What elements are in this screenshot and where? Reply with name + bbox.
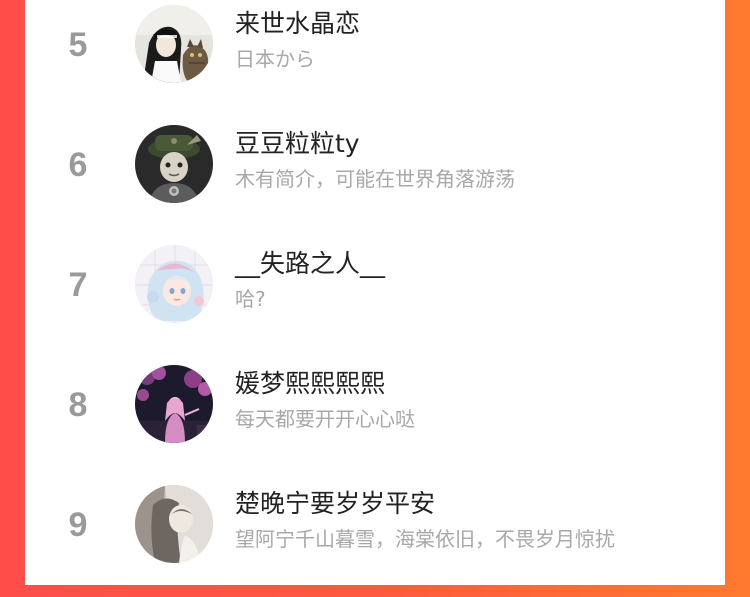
rank-number: 7 <box>68 266 88 304</box>
user-avatar[interactable] <box>135 125 213 203</box>
avatar-ink-portrait-cat-icon <box>135 5 213 83</box>
rank-number: 5 <box>68 26 88 64</box>
user-bio: 每天都要开开心心哒 <box>235 407 415 431</box>
user-avatar[interactable] <box>135 245 213 323</box>
user-bio: 哈? <box>235 287 266 311</box>
user-name[interactable]: __失路之人__ <box>235 247 385 281</box>
avatar-night-blossom-figure-icon <box>135 365 213 443</box>
user-name[interactable]: 豆豆粒粒ty <box>235 127 360 161</box>
user-name[interactable]: 媛梦熙熙熙熙 <box>235 367 385 401</box>
user-bio: 望阿宁千山暮雪，海棠依旧，不畏岁月惊扰 <box>235 527 615 551</box>
user-name[interactable]: 来世水晶恋 <box>235 7 360 41</box>
avatar-dark-hat-character-icon <box>135 125 213 203</box>
avatar-grey-photo-icon <box>135 485 213 563</box>
ranking-row[interactable]: 9 楚晚宁要岁岁平安 望阿宁千山暮雪，海棠依旧，不畏岁月惊扰 <box>25 477 725 597</box>
ranking-row[interactable]: 8 媛梦熙熙熙熙 每天都要开开心心哒 <box>25 357 725 477</box>
user-name[interactable]: 楚晚宁要岁岁平安 <box>235 487 435 521</box>
ranking-row[interactable]: 6 豆豆粒粒ty 木有简介，可能在世界角落游荡 <box>25 117 725 237</box>
rank-number: 8 <box>68 386 88 424</box>
user-avatar[interactable] <box>135 485 213 563</box>
rank-number: 6 <box>68 146 88 184</box>
user-bio: 日本から <box>235 47 315 71</box>
user-bio: 木有简介，可能在世界角落游荡 <box>235 167 515 191</box>
ranking-row[interactable]: 5 来世水晶恋 日本から <box>25 0 725 117</box>
rank-number: 9 <box>68 506 88 544</box>
user-avatar[interactable] <box>135 365 213 443</box>
avatar-pastel-anime-girl-icon <box>135 245 213 323</box>
ranking-list: 5 来世水晶恋 日本から 6 豆豆粒粒ty 木有简介，可能在世界角落游荡 7 _… <box>25 0 725 585</box>
user-avatar[interactable] <box>135 5 213 83</box>
ranking-row[interactable]: 7 __失路之人__ 哈? <box>25 237 725 357</box>
